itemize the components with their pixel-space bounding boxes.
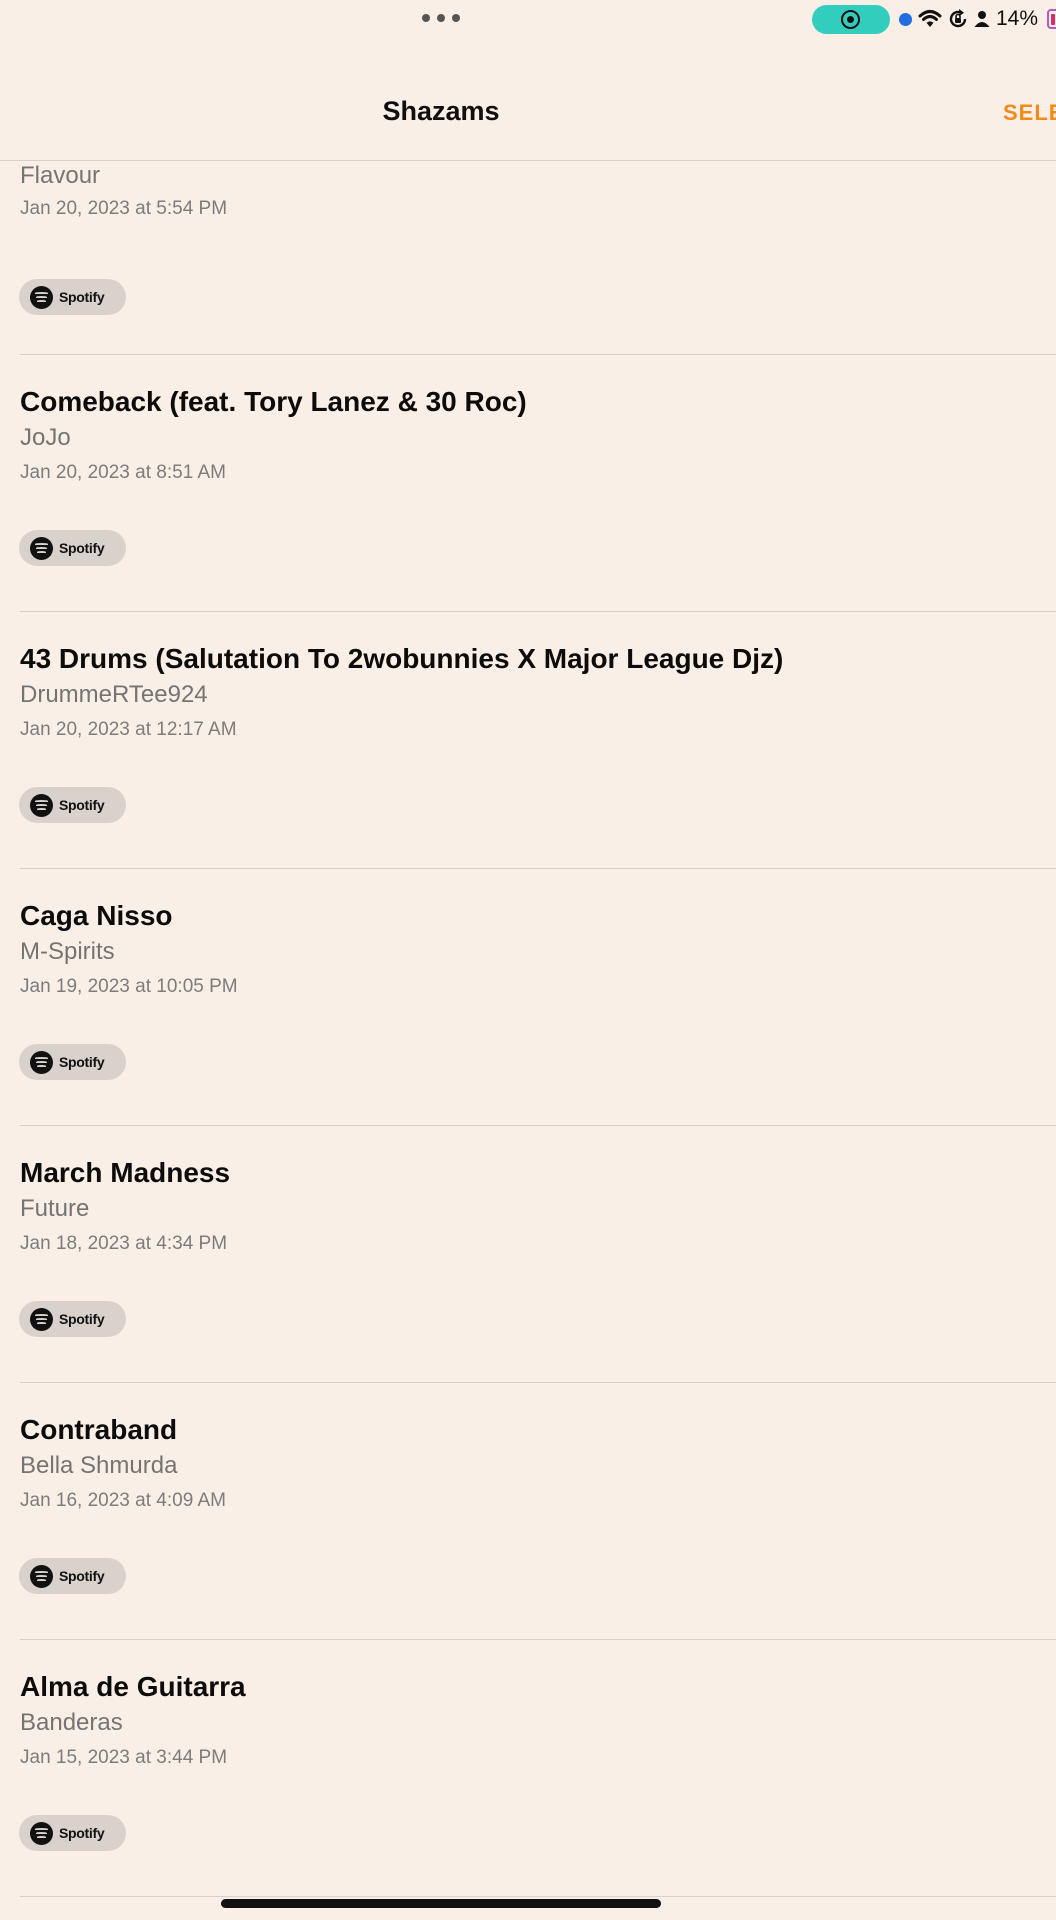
separator — [20, 868, 1056, 869]
separator — [0, 160, 1056, 161]
list-item[interactable]: Alma de Guitarra Banderas Jan 15, 2023 a… — [0, 1639, 1056, 1896]
home-indicator[interactable] — [221, 1899, 661, 1908]
list-item[interactable]: 43 Drums (Salutation To 2wobunnies X Maj… — [0, 611, 1056, 868]
navigation-bar: Shazams SELE — [0, 40, 1056, 160]
shazam-date: Jan 16, 2023 at 4:09 AM — [20, 1490, 226, 1511]
list-item[interactable]: Contraband Bella Shmurda Jan 16, 2023 at… — [0, 1382, 1056, 1639]
spotify-icon — [30, 1821, 53, 1845]
artist-name: M-Spirits — [20, 938, 115, 965]
separator — [20, 1125, 1056, 1126]
separator — [20, 1382, 1056, 1383]
separator — [20, 1896, 1056, 1897]
battery-percent: 14% — [996, 7, 1039, 30]
spotify-label: Spotify — [59, 1054, 105, 1070]
spotify-icon — [30, 536, 53, 560]
spotify-label: Spotify — [59, 1825, 105, 1841]
shazam-date: Jan 15, 2023 at 3:44 PM — [20, 1747, 228, 1768]
shazam-date: Jan 20, 2023 at 12:17 AM — [20, 719, 237, 740]
shazam-date: Jan 20, 2023 at 8:51 AM — [20, 462, 226, 483]
spotify-label: Spotify — [59, 540, 105, 556]
artist-name: Banderas — [20, 1709, 123, 1736]
song-title: Caga Nisso — [20, 900, 173, 931]
battery-icon — [1047, 9, 1056, 29]
screen-record-icon[interactable] — [812, 5, 890, 34]
status-bar: 14% — [0, 0, 1056, 40]
spotify-button[interactable]: Spotify — [19, 1558, 126, 1594]
song-title: March Madness — [20, 1157, 231, 1188]
select-button[interactable]: SELE — [1003, 100, 1056, 126]
artist-name: DrummeRTee924 — [20, 681, 208, 708]
list-item[interactable]: Caga Nisso M-Spirits Jan 19, 2023 at 10:… — [0, 868, 1056, 1125]
separator — [20, 611, 1056, 612]
spotify-button[interactable]: Spotify — [19, 530, 126, 566]
spotify-icon — [30, 1050, 53, 1074]
spotify-button[interactable]: Spotify — [19, 1044, 126, 1080]
shazam-date: Jan 19, 2023 at 10:05 PM — [20, 976, 238, 997]
artist-name: Flavour — [20, 162, 101, 189]
artist-name: Bella Shmurda — [20, 1452, 178, 1479]
spotify-icon — [30, 793, 53, 817]
artist-name: Future — [20, 1195, 90, 1222]
song-title: Alma de Guitarra — [20, 1671, 246, 1702]
spotify-button[interactable]: Spotify — [19, 787, 126, 823]
spotify-button[interactable]: Spotify — [19, 279, 126, 315]
spotify-label: Spotify — [59, 1311, 105, 1327]
camera-indicator-icon — [899, 13, 912, 26]
rotation-lock-icon — [949, 9, 967, 28]
song-title: Contraband — [20, 1414, 178, 1445]
shazam-date: Jan 18, 2023 at 4:34 PM — [20, 1233, 228, 1254]
song-title: 43 Drums (Salutation To 2wobunnies X Maj… — [20, 643, 784, 674]
more-dots-icon[interactable] — [422, 14, 460, 24]
song-title: Comeback (feat. Tory Lanez & 30 Roc) — [20, 386, 527, 417]
spotify-icon — [30, 285, 53, 309]
spotify-icon — [30, 1307, 53, 1331]
spotify-button[interactable]: Spotify — [19, 1301, 126, 1337]
spotify-label: Spotify — [59, 1568, 105, 1584]
spotify-icon — [30, 1564, 53, 1588]
page-title: Shazams — [382, 96, 500, 126]
spotify-button[interactable]: Spotify — [19, 1815, 126, 1851]
wifi-icon — [918, 10, 942, 27]
spotify-label: Spotify — [59, 289, 105, 305]
list-item[interactable]: March Madness Future Jan 18, 2023 at 4:3… — [0, 1125, 1056, 1382]
list-item[interactable]: Comeback (feat. Tory Lanez & 30 Roc) JoJ… — [0, 354, 1056, 611]
spotify-label: Spotify — [59, 797, 105, 813]
separator — [20, 354, 1056, 355]
separator — [20, 1639, 1056, 1640]
shazam-date: Jan 20, 2023 at 5:54 PM — [20, 198, 228, 219]
person-icon — [974, 11, 990, 27]
artist-name: JoJo — [20, 424, 71, 451]
